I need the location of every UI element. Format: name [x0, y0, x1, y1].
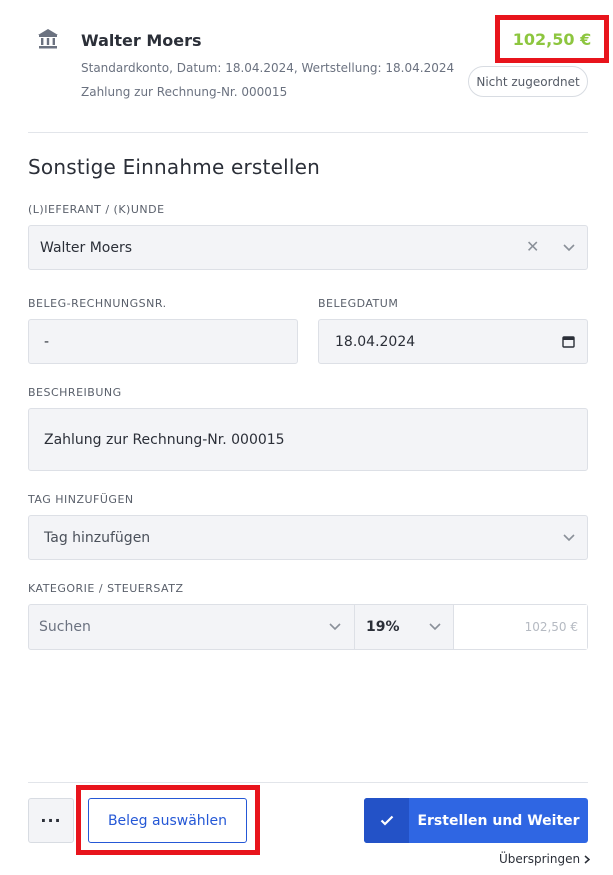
transaction-name: Walter Moers: [81, 31, 202, 50]
status-badge: Nicht zugeordnet: [468, 66, 588, 97]
chevron-down-icon[interactable]: [563, 534, 575, 542]
invoice-number-label: BELEG-RECHNUNGSNR.: [28, 297, 167, 310]
tag-select[interactable]: Tag hinzufügen: [28, 515, 588, 560]
category-row: Suchen 19% 102,50 €: [28, 604, 588, 650]
more-options-button[interactable]: ···: [28, 798, 74, 843]
create-and-next-button[interactable]: Erstellen und Weiter: [364, 798, 588, 843]
category-search-placeholder: Suchen: [39, 619, 91, 635]
transaction-amount: 102,50 €: [512, 29, 592, 49]
category-search-select[interactable]: Suchen: [29, 605, 354, 649]
clear-icon[interactable]: ✕: [526, 237, 539, 256]
invoice-date-value: 18.04.2024: [335, 333, 416, 350]
calendar-icon[interactable]: [562, 335, 575, 348]
create-and-next-label: Erstellen und Weiter: [417, 812, 580, 829]
select-receipt-button[interactable]: Beleg auswählen: [88, 798, 247, 843]
bank-icon: [38, 29, 58, 49]
chevron-down-icon[interactable]: [329, 623, 341, 631]
description-label: BESCHREIBUNG: [28, 386, 122, 399]
chevron-down-icon[interactable]: [429, 623, 441, 631]
tax-rate-select[interactable]: 19%: [354, 605, 453, 649]
tag-placeholder: Tag hinzufügen: [44, 529, 151, 546]
tag-label: TAG HINZUFÜGEN: [28, 493, 134, 506]
check-icon: [364, 798, 409, 843]
skip-label: Überspringen: [499, 852, 581, 866]
tax-rate-value: 19%: [366, 619, 400, 635]
chevron-down-icon[interactable]: [563, 244, 575, 252]
supplier-label: (L)IEFERANT / (K)UNDE: [28, 203, 165, 216]
form-title: Sonstige Einnahme erstellen: [28, 155, 320, 179]
description-input[interactable]: Zahlung zur Rechnung-Nr. 000015: [28, 408, 588, 471]
footer-divider: [28, 782, 588, 783]
invoice-number-value: -: [44, 333, 50, 350]
supplier-select[interactable]: Walter Moers ✕: [28, 225, 588, 270]
invoice-date-input[interactable]: 18.04.2024: [318, 319, 588, 364]
transaction-header: Walter Moers Standardkonto, Datum: 18.04…: [0, 0, 613, 132]
transaction-reference: Zahlung zur Rechnung-Nr. 000015: [81, 85, 288, 99]
category-label: KATEGORIE / STEUERSATZ: [28, 582, 184, 595]
category-amount-input[interactable]: 102,50 €: [453, 605, 587, 649]
supplier-value: Walter Moers: [40, 239, 133, 256]
description-value: Zahlung zur Rechnung-Nr. 000015: [44, 431, 285, 448]
amount-highlight: 102,50 €: [495, 15, 609, 63]
chevron-right-icon: [584, 854, 591, 864]
transaction-meta: Standardkonto, Datum: 18.04.2024, Wertst…: [81, 61, 455, 75]
skip-link[interactable]: Überspringen: [499, 852, 591, 866]
invoice-number-input[interactable]: -: [28, 319, 298, 364]
header-divider: [28, 132, 588, 133]
invoice-date-label: BELEGDATUM: [318, 297, 399, 310]
